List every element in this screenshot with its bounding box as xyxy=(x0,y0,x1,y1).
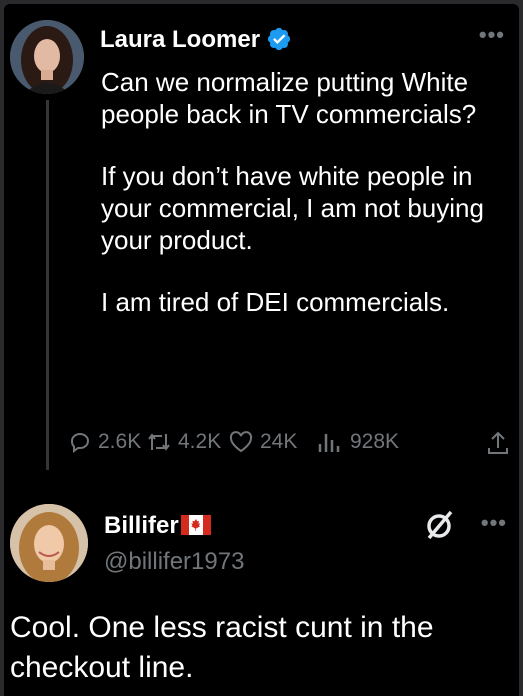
thread-line xyxy=(46,100,49,470)
heart-icon xyxy=(229,431,253,453)
action-bar: 2.6K 4.2K 24K 928K xyxy=(68,430,518,460)
views-button[interactable]: 928K xyxy=(316,430,399,454)
reply-avatar[interactable] xyxy=(10,504,88,582)
main-post: Laura Loomer ••• Can we normalize puttin… xyxy=(4,4,519,474)
repost-icon xyxy=(148,433,170,451)
reply-handle[interactable]: @billifer1973 xyxy=(104,548,244,576)
tweet-screenshot: Laura Loomer ••• Can we normalize puttin… xyxy=(4,4,519,696)
share-button[interactable] xyxy=(486,430,516,456)
share-icon xyxy=(488,431,508,454)
author-name-text[interactable]: Laura Loomer xyxy=(100,26,260,53)
reply-more-options-icon[interactable]: ••• xyxy=(481,510,507,536)
post-paragraph: Can we normalize putting White people ba… xyxy=(101,67,477,129)
repost-button[interactable]: 4.2K xyxy=(146,430,221,454)
repost-count: 4.2K xyxy=(178,430,222,453)
view-count: 928K xyxy=(350,430,400,453)
reply-author-name[interactable]: Billifer xyxy=(104,512,211,540)
grok-icon[interactable] xyxy=(423,508,457,547)
author-name[interactable]: Laura Loomer xyxy=(100,26,292,54)
avatar[interactable] xyxy=(10,20,84,94)
post-paragraph: If you don’t have white people in your c… xyxy=(101,161,484,255)
reply-count: 2.6K xyxy=(98,430,142,453)
views-icon xyxy=(318,434,340,452)
more-options-icon[interactable]: ••• xyxy=(479,22,505,48)
canada-flag-icon xyxy=(180,515,211,535)
post-paragraph: I am tired of DEI commercials. xyxy=(101,287,450,317)
like-button[interactable]: 24K xyxy=(228,430,297,454)
verified-badge-icon xyxy=(267,27,291,51)
like-count: 24K xyxy=(260,430,298,453)
reply-author-name-text[interactable]: Billifer xyxy=(104,512,179,539)
reply-text: Cool. One less racist cunt in the checko… xyxy=(10,611,434,684)
reply-icon xyxy=(70,433,89,453)
post-text: Can we normalize putting White people ba… xyxy=(101,66,511,348)
reply-button[interactable]: 2.6K xyxy=(68,430,141,454)
